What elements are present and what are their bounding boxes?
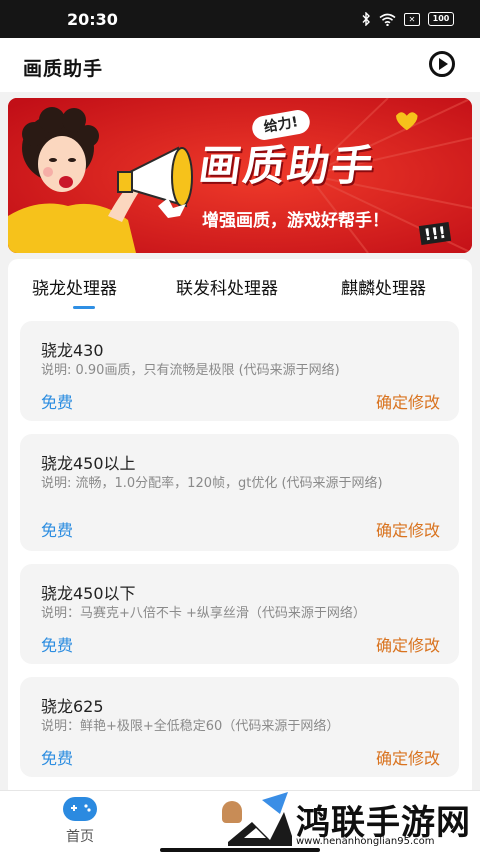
banner-headline: 画质助手 [196, 141, 380, 190]
item-name: 骁龙450以上 [41, 454, 136, 473]
watermark-url: www.henanhonglian95.com [296, 836, 435, 847]
price-label: 免费 [41, 393, 74, 412]
item-name: 骁龙450以下 [41, 584, 136, 603]
processor-panel: 骁龙处理器 联发科处理器 麒麟处理器 骁龙430 说明: 0.90画质，只有流畅… [8, 259, 472, 799]
app-title: 画质助手 [23, 58, 104, 80]
promo-banner[interactable]: 给力! 画质助手 增强画质，游戏好帮手！ !!! [8, 98, 472, 253]
list-item: 骁龙450以下 说明：马赛克+八倍不卡 +纵享丝滑（代码来源于网络） 免费 确定… [20, 564, 459, 664]
item-name: 骁龙430 [41, 341, 104, 360]
item-description: 说明：马赛克+八倍不卡 +纵享丝滑（代码来源于网络） [41, 606, 366, 621]
sim-icon: ✕ [404, 12, 420, 26]
tab-snapdragon[interactable]: 骁龙处理器 [32, 274, 117, 299]
home-indicator [160, 848, 320, 852]
status-time: 20:30 [67, 10, 118, 29]
active-tab-indicator [73, 306, 95, 309]
status-icons: ✕ 100 [362, 12, 454, 26]
price-label: 免费 [41, 636, 74, 655]
list-item: 骁龙625 说明：鲜艳+极限+全低稳定60（代码来源于网络） 免费 确定修改 [20, 677, 459, 777]
list-item: 骁龙450以上 说明: 流畅，1.0分配率，120帧，gt优化 (代码来源于网络… [20, 434, 459, 551]
status-bar: 20:30 ✕ 100 [0, 0, 480, 38]
gamepad-icon [63, 797, 97, 821]
confirm-modify-button[interactable]: 确定修改 [376, 632, 440, 656]
price-label: 免费 [41, 749, 74, 768]
banner-slogan: 增强画质，游戏好帮手！ [202, 211, 389, 231]
app-bar: 画质助手 [0, 38, 480, 92]
list-item: 骁龙430 说明: 0.90画质，只有流畅是极限 (代码来源于网络) 免费 确定… [20, 321, 459, 421]
bluetooth-icon [362, 12, 370, 26]
play-button[interactable] [429, 51, 455, 77]
confirm-modify-button[interactable]: 确定修改 [376, 517, 440, 541]
confirm-modify-button[interactable]: 确定修改 [376, 389, 440, 413]
tab-kirin[interactable]: 麒麟处理器 [341, 274, 426, 299]
processor-tabs: 骁龙处理器 联发科处理器 麒麟处理器 [8, 259, 472, 309]
nav-home[interactable]: 首页 [54, 797, 106, 846]
confirm-modify-button[interactable]: 确定修改 [376, 745, 440, 769]
item-description: 说明：鲜艳+极限+全低稳定60（代码来源于网络） [41, 719, 340, 734]
price-label: 免费 [41, 521, 74, 540]
battery-icon: 100 [428, 12, 454, 26]
wifi-icon [379, 13, 396, 26]
tab-mediatek[interactable]: 联发科处理器 [176, 274, 278, 299]
item-description: 说明: 流畅，1.0分配率，120帧，gt优化 (代码来源于网络) [41, 476, 383, 491]
item-description: 说明: 0.90画质，只有流畅是极限 (代码来源于网络) [41, 363, 340, 378]
item-name: 骁龙625 [41, 697, 104, 716]
nav-home-label: 首页 [66, 829, 94, 845]
play-icon [439, 58, 448, 70]
